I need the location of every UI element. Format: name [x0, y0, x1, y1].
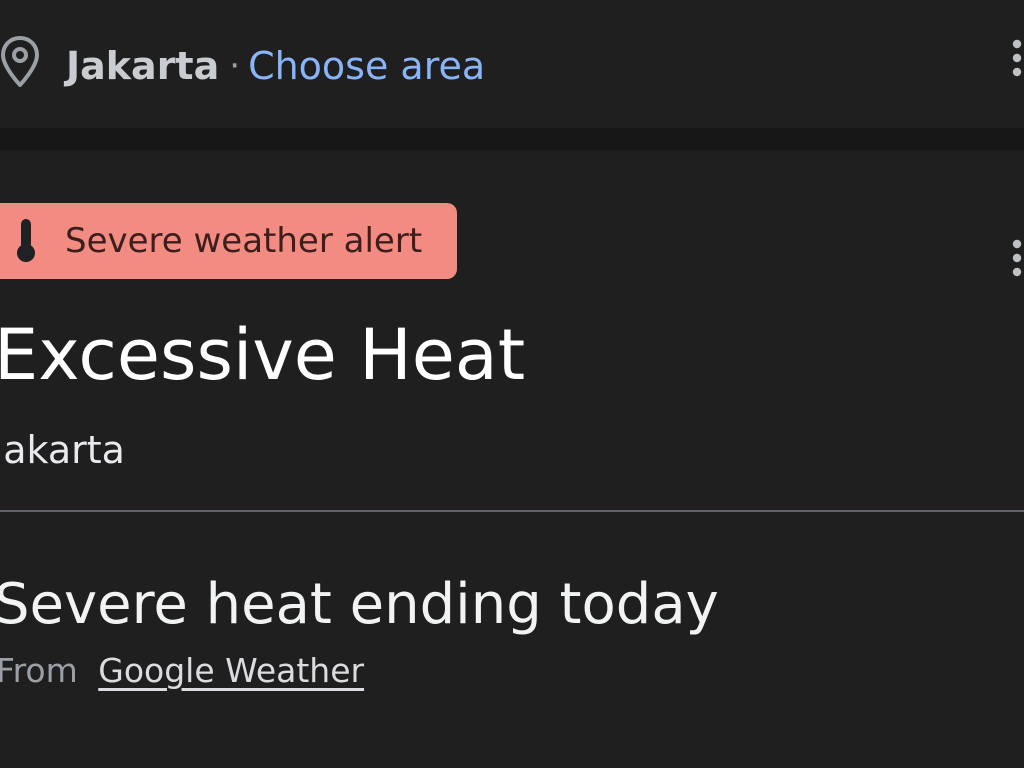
alert-chip-label: Severe weather alert — [65, 221, 423, 261]
card-divider — [0, 510, 1024, 512]
alert-area: Jakarta — [0, 428, 125, 472]
location-pin-icon — [1, 36, 39, 87]
location-separator: · — [229, 46, 241, 86]
location-row: Jakarta · Choose area — [66, 38, 485, 94]
section-divider-band — [0, 128, 1024, 150]
alert-headline: Severe heat ending today — [0, 572, 719, 637]
location-city: Jakarta — [66, 44, 220, 88]
alert-card: Severe weather alert Excessive Heat Jaka… — [0, 150, 1024, 768]
alert-title: Excessive Heat — [0, 314, 526, 396]
more-vert-icon[interactable] — [1007, 38, 1024, 82]
weather-alert-page: Jakarta · Choose area Severe weather ale… — [0, 0, 1024, 768]
choose-area-link[interactable]: Choose area — [248, 38, 485, 94]
location-bar: Jakarta · Choose area — [0, 0, 1024, 128]
source-row: From Google Weather — [0, 646, 364, 696]
source-prefix: From — [0, 651, 78, 690]
source-link[interactable]: Google Weather — [98, 651, 364, 690]
more-vert-icon[interactable] — [1007, 238, 1024, 282]
severe-weather-alert-chip: Severe weather alert — [0, 203, 457, 279]
thermometer-icon — [17, 219, 35, 262]
